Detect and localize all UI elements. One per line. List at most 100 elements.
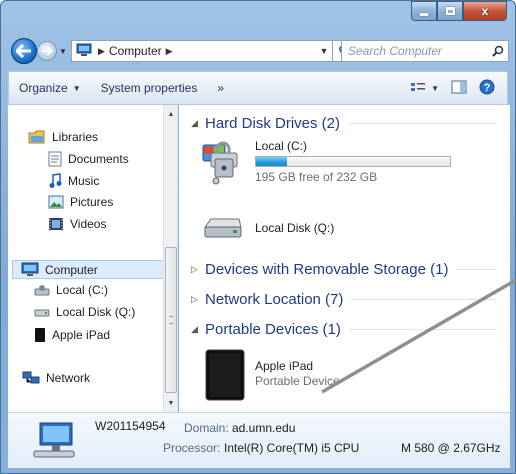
nav-label: Local (C:) <box>56 283 109 297</box>
device-name: Apple iPad <box>255 359 314 373</box>
network-icon <box>22 371 40 384</box>
ipad-icon <box>35 328 45 342</box>
search-placeholder: Search Computer <box>348 44 443 58</box>
grip-icon <box>169 316 173 324</box>
group-divider <box>456 269 496 270</box>
navigation-pane: Libraries Documents Music Pictures Video… <box>8 105 178 412</box>
drive-local-disk-q[interactable]: Local Disk (Q:) <box>201 213 334 243</box>
help-button[interactable]: ? <box>479 79 495 98</box>
group-portable-devices[interactable]: ◢ Portable Devices (1) <box>191 321 496 338</box>
system-properties-button[interactable]: System properties <box>91 81 208 95</box>
nav-item-music[interactable]: Music <box>48 173 99 189</box>
search-input[interactable]: Search Computer <box>341 40 509 62</box>
group-divider <box>348 123 496 124</box>
expand-icon: ▷ <box>191 294 198 304</box>
nav-item-videos[interactable]: Videos <box>48 217 106 231</box>
group-divider <box>348 329 496 330</box>
drive-c-icon <box>34 285 50 296</box>
caption-buttons: x <box>411 1 507 21</box>
back-arrow-icon <box>16 44 31 58</box>
drive-q-icon <box>34 309 50 317</box>
svg-text:?: ? <box>484 82 491 94</box>
videos-icon <box>49 218 63 230</box>
computer-name: W201154954 <box>95 419 166 433</box>
forward-arrow-icon <box>42 46 53 56</box>
nav-scrollbar[interactable]: ▲ ▼ <box>163 105 177 412</box>
domain-label: Domain: <box>184 421 229 435</box>
minimize-button[interactable] <box>411 1 437 21</box>
computer-icon <box>33 422 75 458</box>
domain-value: ad.umn.edu <box>232 421 296 435</box>
drive-c-icon <box>202 141 238 185</box>
nav-item-computer[interactable]: Computer <box>12 260 169 279</box>
address-bar[interactable]: ▶ Computer ▶ ▼ <box>71 40 333 62</box>
scroll-up-icon[interactable]: ▲ <box>164 107 178 121</box>
nav-label: Music <box>68 174 100 188</box>
chevron-down-icon: ▼ <box>72 83 81 93</box>
device-type: Portable Device <box>255 374 340 388</box>
music-icon <box>49 173 62 188</box>
minimize-icon <box>420 12 428 16</box>
computer-icon <box>76 43 94 60</box>
close-icon: x <box>481 4 489 18</box>
drive-q-icon <box>204 218 242 238</box>
group-title: Hard Disk Drives (2) <box>205 115 341 132</box>
maximize-button[interactable] <box>437 1 463 21</box>
nav-label: Libraries <box>52 130 99 144</box>
drive-local-c[interactable]: Local (C:) 195 GB free of 232 GB <box>201 139 451 187</box>
nav-item-apple-ipad[interactable]: Apple iPad <box>34 327 110 343</box>
breadcrumb-arrow-icon[interactable]: ▶ <box>98 46 105 57</box>
nav-item-local-disk-q[interactable]: Local Disk (Q:) <box>34 305 135 319</box>
nav-item-documents[interactable]: Documents <box>48 151 129 167</box>
computer-icon <box>21 262 39 276</box>
group-divider <box>351 299 496 300</box>
back-button[interactable] <box>11 38 37 64</box>
nav-item-pictures[interactable]: Pictures <box>48 195 113 209</box>
more-commands-button[interactable]: » <box>207 81 234 95</box>
processor-value: Intel(R) Core(TM) i5 CPU <box>224 441 360 455</box>
organize-button[interactable]: Organize ▼ <box>9 81 91 95</box>
search-icon[interactable] <box>488 45 508 57</box>
processor-model: M 580 @ 2.67GHz <box>401 441 501 455</box>
drive-name: Local (C:) <box>255 139 308 153</box>
address-dropdown-icon[interactable]: ▼ <box>316 46 332 56</box>
help-icon: ? <box>479 79 495 94</box>
forward-button[interactable] <box>37 41 57 61</box>
preview-pane-button[interactable] <box>451 80 467 97</box>
usage-fill <box>256 157 288 166</box>
processor-label: Processor: <box>163 441 221 455</box>
expand-icon: ▷ <box>191 264 198 274</box>
content-pane: ◢ Hard Disk Drives (2) Local (C:) 195 GB… <box>179 105 510 412</box>
libraries-icon <box>28 130 45 144</box>
scroll-thumb[interactable] <box>165 247 177 393</box>
nav-item-network[interactable]: Network <box>22 371 90 385</box>
drive-free-space: 195 GB free of 232 GB <box>255 170 378 184</box>
nav-item-libraries[interactable]: Libraries <box>28 129 98 145</box>
recent-pages-dropdown[interactable]: ▼ <box>59 47 67 56</box>
chevron-down-icon: ▼ <box>431 83 439 93</box>
group-title: Devices with Removable Storage (1) <box>205 261 449 278</box>
scroll-down-icon[interactable]: ▼ <box>164 396 178 410</box>
nav-item-local-c[interactable]: Local (C:) <box>34 283 108 297</box>
nav-label: Documents <box>68 152 129 166</box>
explorer-window: x ▼ ▶ Computer ▶ ▼ Search Computer Organ… <box>0 0 516 474</box>
preview-pane-icon <box>451 80 467 93</box>
group-network-location[interactable]: ▷ Network Location (7) <box>191 291 496 308</box>
usage-bar <box>255 156 451 167</box>
close-button[interactable]: x <box>463 1 507 21</box>
pictures-icon <box>48 195 64 209</box>
view-icon <box>411 83 426 91</box>
details-pane: W201154954 Domain: ad.umn.edu Processor:… <box>8 412 510 468</box>
group-removable-storage[interactable]: ▷ Devices with Removable Storage (1) <box>191 261 496 278</box>
nav-label: Computer <box>45 262 98 277</box>
address-row: ▼ ▶ Computer ▶ ▼ Search Computer <box>11 38 509 64</box>
collapse-icon: ◢ <box>191 324 198 334</box>
breadcrumb-computer[interactable]: Computer <box>109 44 162 58</box>
more-commands-label: » <box>217 81 225 95</box>
maximize-icon <box>445 7 455 15</box>
device-apple-ipad[interactable]: Apple iPad Portable Device <box>205 349 340 401</box>
breadcrumb-arrow-icon[interactable]: ▶ <box>166 46 173 57</box>
group-hard-disk-drives[interactable]: ◢ Hard Disk Drives (2) <box>191 115 496 132</box>
group-title: Network Location (7) <box>205 291 344 308</box>
view-options-button[interactable]: ▼ <box>410 82 439 94</box>
